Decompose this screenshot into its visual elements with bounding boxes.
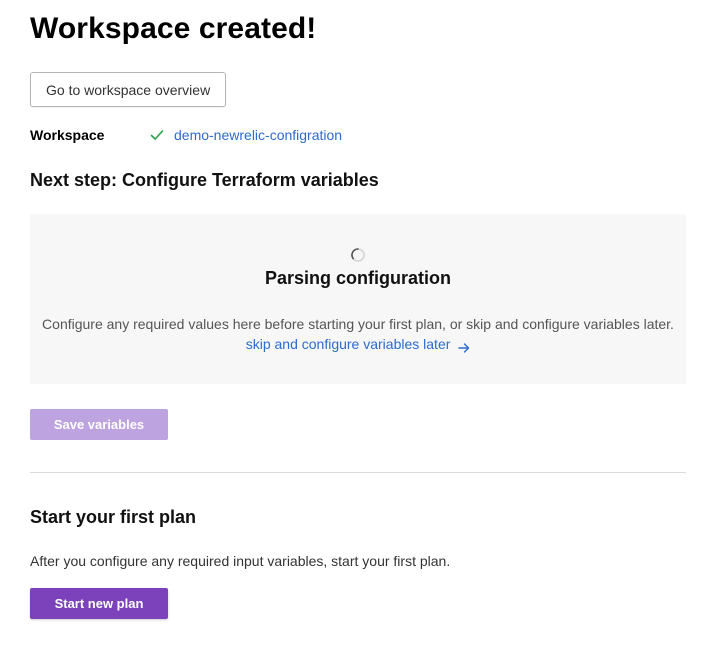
skip-link-label: skip and configure variables later [245, 336, 451, 352]
go-to-workspace-overview-button[interactable]: Go to workspace overview [30, 72, 227, 107]
arrow-right-icon [458, 340, 470, 353]
section-divider [30, 472, 686, 473]
check-icon [150, 128, 164, 142]
plan-description: After you configure any required input v… [30, 553, 451, 569]
start-first-plan-heading: Start your first plan [30, 507, 197, 527]
configure-variables-heading: Next step: Configure Terraform variables [30, 170, 379, 190]
parsing-configuration-title: Parsing configuration [264, 268, 451, 288]
workspace-label: Workspace [30, 127, 105, 143]
variables-description: Configure any required values here befor… [42, 316, 674, 332]
workspace-name-link[interactable]: demo-newrelic-configration [174, 127, 342, 143]
variables-panel: Parsing configuration Configure any requ… [30, 214, 686, 384]
page-title: Workspace created! [30, 12, 317, 45]
save-variables-button[interactable]: Save variables [30, 409, 168, 440]
skip-configure-variables-link[interactable]: skip and configure variables later [30, 336, 686, 353]
start-new-plan-button[interactable]: Start new plan [30, 588, 168, 619]
workspace-row: Workspace demo-newrelic-configration [30, 125, 686, 145]
loading-spinner-icon [350, 247, 366, 263]
